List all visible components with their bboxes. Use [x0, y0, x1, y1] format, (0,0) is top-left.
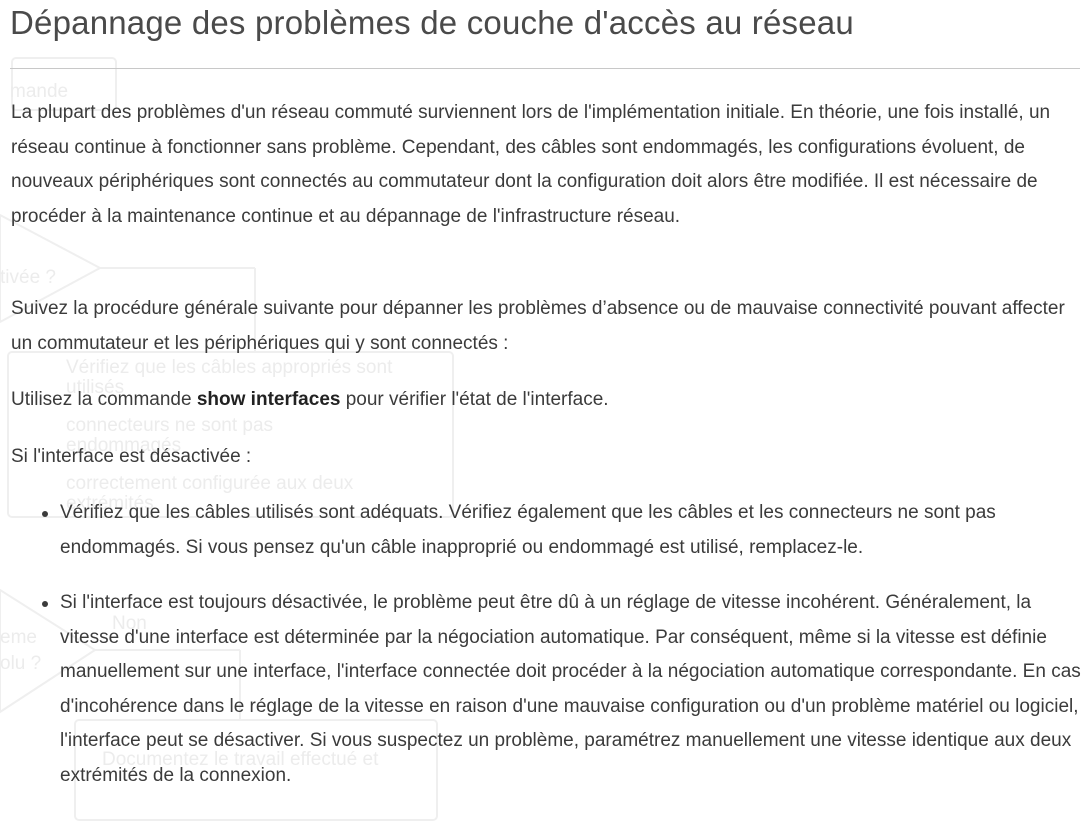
list-item-text: Vérifiez que les câbles utilisés sont ad…	[60, 502, 996, 558]
command-text-before: Utilisez la commande	[11, 389, 197, 410]
list-item: Si l'interface est toujours désactivée, …	[11, 586, 1086, 793]
command-paragraph: Utilisez la commande show interfaces pou…	[11, 383, 1081, 418]
troubleshooting-list: Vérifiez que les câbles utilisés sont ad…	[11, 496, 1086, 793]
command-text-after: pour vérifier l'état de l'interface.	[340, 389, 609, 410]
title-divider	[10, 68, 1080, 69]
ghost-label: tivée ?	[0, 267, 56, 288]
list-item: Vérifiez que les câbles utilisés sont ad…	[11, 496, 1086, 565]
ghost-label: correctement configurée aux deux	[66, 473, 354, 494]
bullet-icon	[42, 511, 48, 517]
condition-paragraph: Si l'interface est désactivée :	[11, 446, 252, 467]
command-name: show interfaces	[196, 389, 341, 410]
list-item-text: Si l'interface est toujours désactivée, …	[60, 592, 1081, 786]
page-title: Dépannage des problèmes de couche d'accè…	[10, 4, 854, 41]
bullet-icon	[42, 601, 48, 607]
procedure-paragraph: Suivez la procédure générale suivante po…	[11, 298, 1065, 354]
intro-paragraph: La plupart des problèmes d'un réseau com…	[11, 102, 1051, 227]
ghost-label: connecteurs ne sont pas	[66, 415, 274, 436]
ghost-label: Vérifiez que les câbles appropriés sont	[66, 357, 393, 378]
